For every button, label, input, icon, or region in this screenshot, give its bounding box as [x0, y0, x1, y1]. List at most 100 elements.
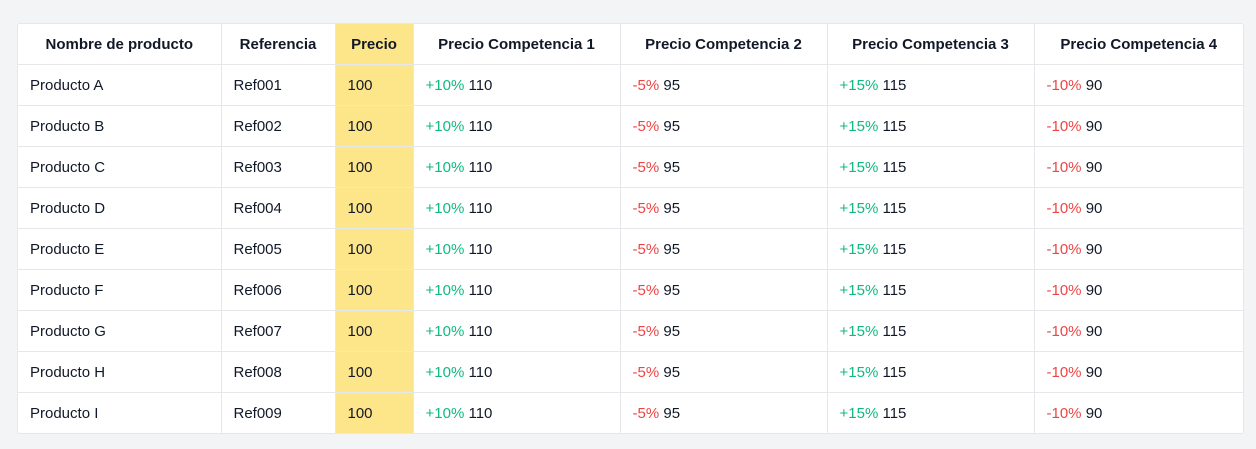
reference-cell: Ref002	[221, 105, 336, 147]
price-delta: -5%	[632, 281, 660, 299]
header-price: Precio	[335, 24, 414, 65]
competitor-price-value: 115	[882, 158, 907, 176]
price-delta: -10%	[1046, 281, 1082, 299]
competitor-4-cell: -10% 90	[1034, 187, 1243, 229]
price-delta: +10%	[425, 240, 465, 258]
header-reference: Referencia	[221, 24, 336, 65]
price-delta: +10%	[425, 199, 465, 217]
price-cell: 100	[335, 146, 414, 188]
price-cell: 100	[335, 228, 414, 270]
competitor-price-value: 115	[882, 117, 907, 135]
price-delta: +10%	[425, 158, 465, 176]
competitor-2-cell: -5% 95	[620, 105, 828, 147]
competitor-1-cell: +10% 110	[413, 64, 621, 106]
price-delta: -5%	[632, 158, 660, 176]
table-row: Producto A Ref001 100 +10% 110 -5% 95 +15% 11…	[18, 64, 1243, 106]
header-competitor-4: Precio Competencia 4	[1034, 24, 1243, 65]
price-delta: -10%	[1046, 240, 1082, 258]
product-name-cell: Producto H	[18, 351, 222, 393]
price-delta: +15%	[839, 199, 879, 217]
competitor-3-cell: +15% 115	[827, 146, 1035, 188]
competitor-2-cell: -5% 95	[620, 269, 828, 311]
reference-cell: Ref008	[221, 351, 336, 393]
price-delta: -10%	[1046, 76, 1082, 94]
reference-cell: Ref009	[221, 392, 336, 433]
competitor-price-value: 90	[1085, 199, 1103, 217]
price-delta: +10%	[425, 404, 465, 422]
competitor-price-value: 115	[882, 404, 907, 422]
competitor-price-value: 95	[663, 158, 681, 176]
competitor-4-cell: -10% 90	[1034, 269, 1243, 311]
reference-cell: Ref006	[221, 269, 336, 311]
reference-cell: Ref005	[221, 228, 336, 270]
competitor-price-value: 95	[663, 363, 681, 381]
price-delta: +15%	[839, 117, 879, 135]
competitor-price-value: 110	[468, 76, 493, 94]
product-name-cell: Producto A	[18, 64, 222, 106]
reference-cell: Ref007	[221, 310, 336, 352]
price-delta: -10%	[1046, 158, 1082, 176]
reference-cell: Ref001	[221, 64, 336, 106]
competitor-price-value: 110	[468, 240, 493, 258]
header-competitor-1: Precio Competencia 1	[413, 24, 621, 65]
competitor-price-value: 115	[882, 281, 907, 299]
price-cell: 100	[335, 392, 414, 433]
product-name-cell: Producto G	[18, 310, 222, 352]
reference-cell: Ref003	[221, 146, 336, 188]
price-delta: +15%	[839, 158, 879, 176]
competitor-1-cell: +10% 110	[413, 187, 621, 229]
price-cell: 100	[335, 310, 414, 352]
price-delta: +15%	[839, 76, 879, 94]
competitor-price-value: 110	[468, 199, 493, 217]
competitor-4-cell: -10% 90	[1034, 105, 1243, 147]
competitor-3-cell: +15% 115	[827, 392, 1035, 433]
competitor-3-cell: +15% 115	[827, 310, 1035, 352]
price-delta: -10%	[1046, 404, 1082, 422]
competitor-price-value: 90	[1085, 76, 1103, 94]
price-delta: -5%	[632, 117, 660, 135]
competitor-1-cell: +10% 110	[413, 392, 621, 433]
competitor-3-cell: +15% 115	[827, 351, 1035, 393]
competitor-price-value: 110	[468, 363, 493, 381]
competitor-4-cell: -10% 90	[1034, 393, 1243, 434]
product-name-cell: Producto C	[18, 146, 222, 188]
product-name-cell: Producto E	[18, 228, 222, 270]
competitor-price-value: 110	[468, 322, 493, 340]
price-comparison-table-container: Nombre de producto Referencia Precio Pre…	[17, 23, 1244, 434]
competitor-price-value: 115	[882, 76, 907, 94]
competitor-price-value: 90	[1085, 117, 1103, 135]
competitor-price-value: 110	[468, 404, 493, 422]
header-competitor-2: Precio Competencia 2	[620, 24, 828, 65]
competitor-1-cell: +10% 110	[413, 351, 621, 393]
table-body: Producto A Ref001 100 +10% 110 -5% 95 +15% 11…	[18, 64, 1243, 434]
price-delta: +15%	[839, 363, 879, 381]
product-name-cell: Producto I	[18, 392, 222, 433]
price-delta: +15%	[839, 404, 879, 422]
price-delta: -5%	[632, 322, 660, 340]
table-row: Producto H Ref008 100 +10% 110 -5% 95 +15% 11…	[18, 351, 1243, 393]
product-name-cell: Producto D	[18, 187, 222, 229]
competitor-2-cell: -5% 95	[620, 310, 828, 352]
price-delta: -10%	[1046, 322, 1082, 340]
competitor-price-value: 95	[663, 117, 681, 135]
competitor-price-value: 95	[663, 404, 681, 422]
competitor-price-value: 90	[1085, 158, 1103, 176]
price-delta: -5%	[632, 76, 660, 94]
price-delta: +10%	[425, 281, 465, 299]
competitor-3-cell: +15% 115	[827, 105, 1035, 147]
price-delta: -10%	[1046, 363, 1082, 381]
competitor-price-value: 95	[663, 199, 681, 217]
product-name-cell: Producto B	[18, 105, 222, 147]
price-delta: +15%	[839, 281, 879, 299]
price-delta: -5%	[632, 199, 660, 217]
table-row: Producto G Ref007 100 +10% 110 -5% 95 +15% 11…	[18, 310, 1243, 352]
header-product-name: Nombre de producto	[18, 24, 222, 65]
competitor-2-cell: -5% 95	[620, 351, 828, 393]
competitor-price-value: 90	[1085, 404, 1103, 422]
competitor-price-value: 95	[663, 281, 681, 299]
product-name-cell: Producto F	[18, 269, 222, 311]
price-cell: 100	[335, 351, 414, 393]
competitor-4-cell: -10% 90	[1034, 146, 1243, 188]
competitor-4-cell: -10% 90	[1034, 351, 1243, 393]
table-row: Producto E Ref005 100 +10% 110 -5% 95 +15% 11…	[18, 228, 1243, 270]
